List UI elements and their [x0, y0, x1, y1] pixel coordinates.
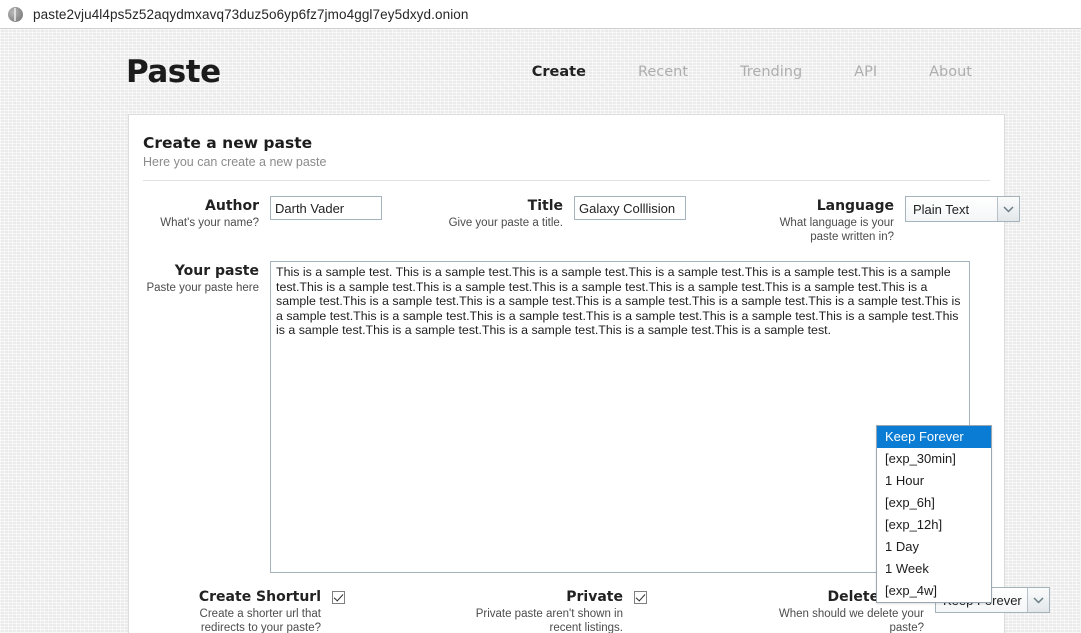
paste-label: Your paste — [174, 263, 259, 279]
page-subtitle: Here you can create a new paste — [143, 155, 327, 169]
field-paste: Your paste Paste your paste here This is… — [141, 261, 970, 573]
page-title: Create a new paste — [143, 134, 313, 152]
dropdown-option[interactable]: [exp_6h] — [877, 492, 991, 514]
title-input[interactable] — [574, 196, 686, 220]
dropdown-option[interactable]: 1 Hour — [877, 470, 991, 492]
main-navigation: Create Recent Trending API About — [506, 60, 1006, 84]
chevron-down-icon[interactable] — [1027, 588, 1049, 612]
language-label-block: Language What language is your paste wri… — [749, 196, 905, 244]
language-select-value: Plain Text — [913, 201, 970, 217]
site-logo[interactable]: Paste — [126, 54, 221, 90]
shorturl-help: Create a shorter url that redirects to y… — [199, 608, 321, 633]
globe-icon — [8, 6, 23, 22]
delete-after-help: When should we delete your paste? — [778, 608, 924, 633]
field-create-shorturl: Create Shorturl Create a shorter url tha… — [171, 587, 345, 633]
title-help: Give your paste a title. — [448, 217, 563, 229]
private-checkbox[interactable] — [634, 591, 647, 604]
private-label: Private — [566, 589, 623, 605]
language-label: Language — [816, 198, 894, 214]
site-header: Paste Create Recent Trending API About — [126, 34, 1006, 109]
author-input[interactable] — [270, 196, 382, 220]
dropdown-option[interactable]: Keep Forever — [877, 426, 991, 448]
nav-item-about[interactable]: About — [903, 60, 998, 84]
author-help: What's your name? — [160, 217, 259, 229]
url-text[interactable]: paste2vju4l4ps5z52aqydmxavq73duz5o6yp6fz… — [33, 7, 469, 22]
paste-help: Paste your paste here — [146, 282, 259, 294]
browser-url-bar: paste2vju4l4ps5z52aqydmxavq73duz5o6yp6fz… — [0, 0, 1081, 29]
page-background: Paste Create Recent Trending API About C… — [0, 29, 1081, 633]
dropdown-option[interactable]: [exp_12h] — [877, 514, 991, 536]
title-label-block: Title Give your paste a title. — [445, 196, 574, 230]
author-label-block: Author What's your name? — [141, 196, 270, 230]
nav-item-api[interactable]: API — [828, 60, 903, 84]
divider — [143, 180, 990, 181]
shorturl-label-block: Create Shorturl Create a shorter url tha… — [171, 587, 332, 633]
field-language: Language What language is your paste wri… — [749, 196, 1020, 244]
nav-item-recent[interactable]: Recent — [612, 60, 714, 84]
author-label: Author — [205, 198, 259, 214]
chevron-down-icon[interactable] — [997, 197, 1019, 221]
nav-item-create[interactable]: Create — [506, 60, 612, 84]
language-select[interactable]: Plain Text — [905, 196, 1020, 222]
dropdown-option[interactable]: 1 Day — [877, 536, 991, 558]
shorturl-checkbox[interactable] — [332, 591, 345, 604]
delete-after-dropdown-list[interactable]: Keep Forever [exp_30min] 1 Hour [exp_6h]… — [876, 425, 992, 603]
create-paste-panel: Create a new paste Here you can create a… — [128, 114, 1050, 633]
nav-item-trending[interactable]: Trending — [714, 60, 828, 84]
paste-textarea[interactable]: This is a sample test. This is a sample … — [270, 261, 970, 573]
form-row-paste: Your paste Paste your paste here This is… — [141, 261, 992, 573]
form-row-meta: Author What's your name? Title Give your… — [141, 196, 1020, 244]
dropdown-option[interactable]: [exp_30min] — [877, 448, 991, 470]
form-row-options: Create Shorturl Create a shorter url tha… — [141, 587, 1050, 633]
dropdown-option[interactable]: 1 Week — [877, 558, 991, 580]
paste-label-block: Your paste Paste your paste here — [141, 261, 270, 295]
shorturl-label: Create Shorturl — [198, 589, 321, 605]
dropdown-option[interactable]: [exp_4w] — [877, 580, 991, 602]
title-label: Title — [527, 198, 563, 214]
private-help: Private paste aren't shown in recent lis… — [475, 608, 623, 633]
field-private: Private Private paste aren't shown in re… — [473, 587, 647, 633]
private-label-block: Private Private paste aren't shown in re… — [473, 587, 634, 633]
language-help: What language is your paste written in? — [779, 217, 894, 243]
field-title: Title Give your paste a title. — [445, 196, 686, 244]
field-author: Author What's your name? — [141, 196, 382, 244]
